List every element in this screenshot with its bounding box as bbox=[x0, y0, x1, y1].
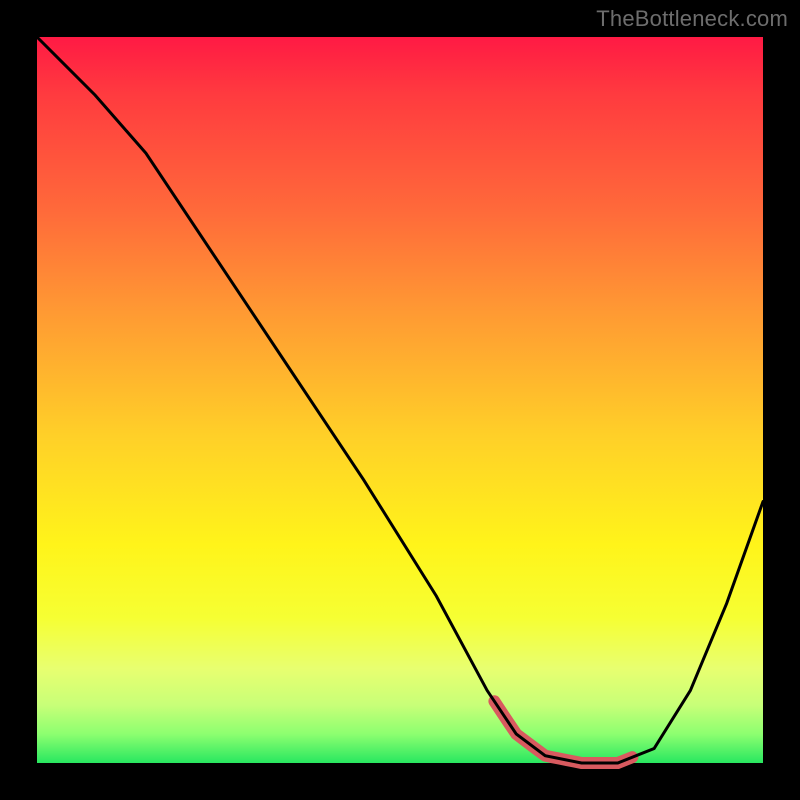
plot-area bbox=[37, 37, 763, 763]
watermark-text: TheBottleneck.com bbox=[596, 6, 788, 32]
curve-layer bbox=[37, 37, 763, 763]
bottleneck-curve bbox=[37, 37, 763, 763]
chart-frame: TheBottleneck.com bbox=[0, 0, 800, 800]
